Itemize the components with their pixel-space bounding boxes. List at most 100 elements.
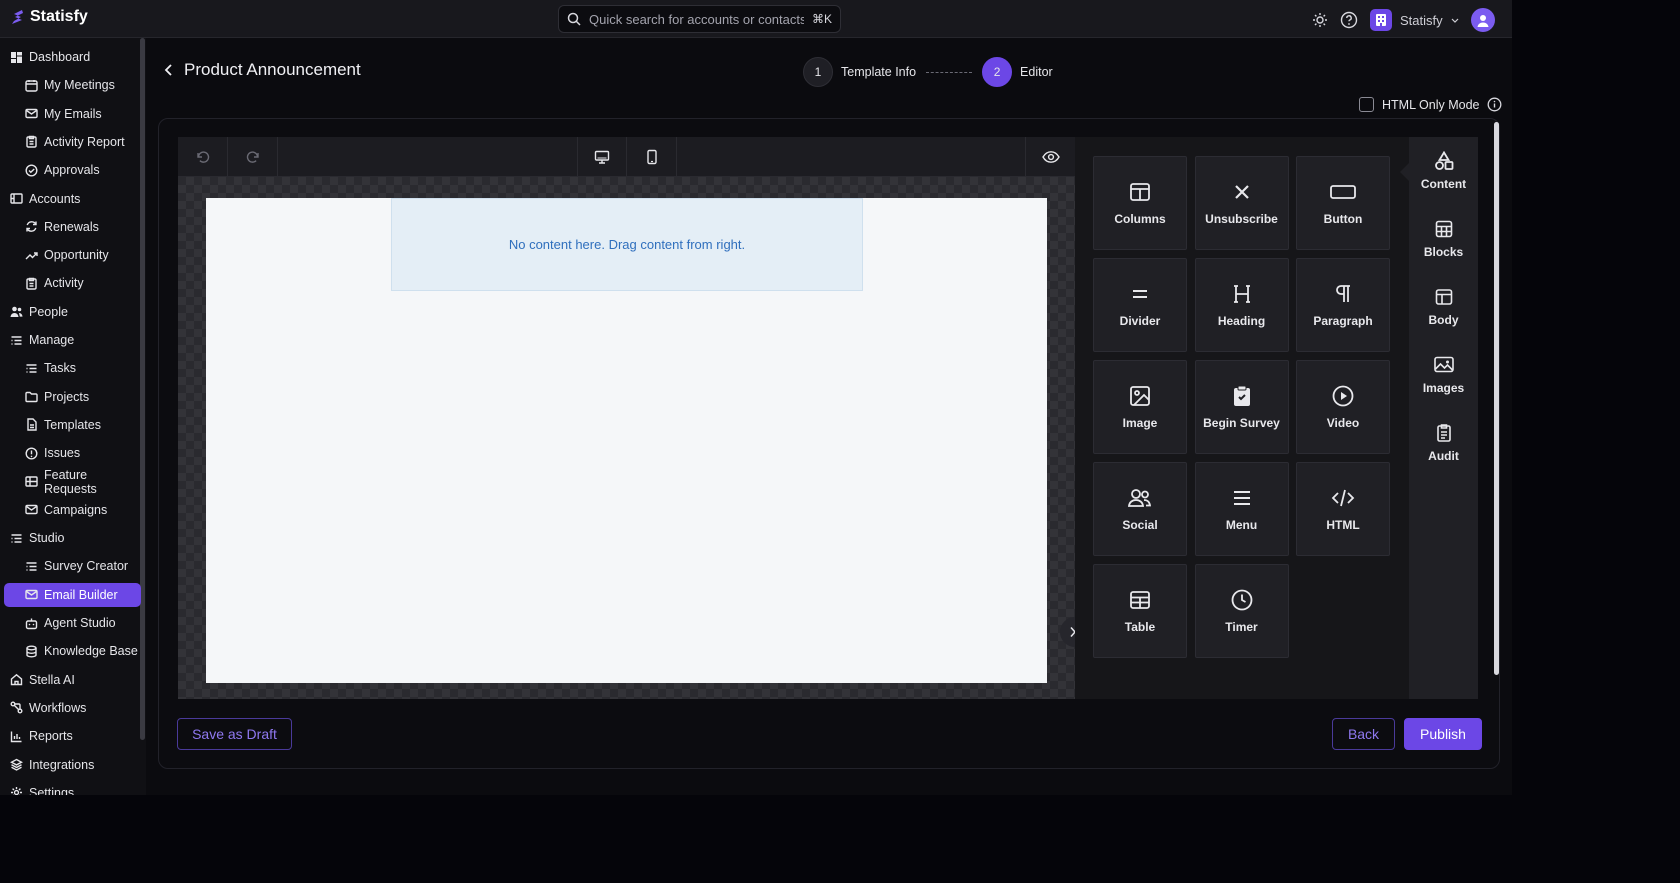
publish-button[interactable]: Publish (1404, 718, 1482, 750)
sidebar-item-people[interactable]: People (4, 300, 141, 324)
sidebar-item-opportunity[interactable]: Opportunity (4, 243, 141, 267)
sidebar-item-accounts[interactable]: Accounts (4, 187, 141, 211)
tool-timer[interactable]: Timer (1194, 564, 1289, 658)
top-bar: Statisfy ⌘K Statisfy (0, 0, 1512, 38)
step-2-label[interactable]: Editor (1020, 65, 1053, 79)
theme-toggle-icon[interactable] (1312, 12, 1328, 28)
chevron-down-icon (1451, 16, 1459, 24)
mail-icon (25, 107, 38, 120)
sidebar-item-label: My Meetings (44, 78, 115, 93)
sidebar-item-stella-ai[interactable]: Stella AI (4, 668, 141, 692)
mobile-icon (646, 149, 658, 165)
tool-unsubscribe[interactable]: Unsubscribe (1194, 156, 1289, 250)
content-dropzone[interactable]: No content here. Drag content from right… (391, 198, 863, 291)
play-icon (1331, 384, 1355, 408)
card-scrollbar[interactable] (1494, 122, 1499, 675)
desktop-icon (594, 149, 610, 165)
tool-begin-survey[interactable]: Begin Survey (1194, 360, 1289, 454)
tool-image[interactable]: Image (1093, 360, 1187, 454)
org-badge-icon (1370, 9, 1392, 31)
sidebar: Dashboard My Meetings My Emails Activity Re… (0, 38, 146, 795)
tab-content[interactable]: Content (1409, 139, 1478, 203)
step-1-circle[interactable]: 1 (803, 57, 833, 87)
tab-label: Images (1422, 381, 1465, 395)
org-switcher[interactable]: Statisfy (1370, 9, 1459, 31)
sidebar-item-studio[interactable]: Studio (4, 526, 141, 550)
sidebar-item-agent-studio[interactable]: Agent Studio (4, 611, 141, 635)
tool-video[interactable]: Video (1296, 360, 1390, 454)
sidebar-item-renewals[interactable]: Renewals (4, 215, 141, 239)
sidebar-item-templates[interactable]: Templates (4, 413, 141, 437)
home-icon (10, 673, 23, 686)
tool-divider[interactable]: Divider (1093, 258, 1187, 352)
tool-label: HTML (1326, 518, 1360, 532)
sidebar-item-projects[interactable]: Projects (4, 385, 141, 409)
sidebar-item-integrations[interactable]: Integrations (4, 753, 141, 777)
bot-icon (25, 617, 38, 630)
search-input[interactable] (589, 11, 804, 27)
redo-button[interactable] (228, 137, 278, 177)
tool-html[interactable]: HTML (1296, 462, 1390, 556)
sidebar-item-label: Feature Requests (44, 467, 97, 496)
back-button[interactable]: Back (1332, 718, 1395, 750)
sidebar-item-campaigns[interactable]: Campaigns (4, 498, 141, 522)
help-icon[interactable] (1340, 11, 1358, 29)
dropzone-text: No content here. Drag content from right… (508, 237, 746, 252)
app-logo[interactable]: Statisfy (10, 8, 88, 26)
back-chevron-icon[interactable] (164, 63, 174, 77)
editor-toolbar (178, 137, 1075, 177)
tool-label: Paragraph (1313, 314, 1373, 328)
sidebar-item-manage[interactable]: Manage (4, 328, 141, 352)
sidebar-item-tasks[interactable]: Tasks (4, 356, 141, 380)
clipboard-icon (25, 277, 38, 290)
html-only-mode-checkbox[interactable] (1359, 97, 1374, 112)
sidebar-item-email-builder[interactable]: Email Builder (4, 582, 141, 607)
html-only-mode-toggle[interactable]: HTML Only Mode (1359, 97, 1502, 112)
tool-menu[interactable]: Menu (1194, 462, 1289, 556)
sidebar-item-my-emails[interactable]: My Emails (4, 102, 141, 126)
sidebar-item-knowledge-base[interactable]: Knowledge Base (4, 639, 141, 663)
sidebar-item-label: Manage (29, 333, 75, 347)
tab-label: Blocks (1423, 245, 1464, 259)
sidebar-item-issues[interactable]: Issues (4, 441, 141, 465)
tab-images[interactable]: Images (1409, 343, 1478, 407)
sidebar-item-activity[interactable]: Activity (4, 271, 141, 295)
mobile-view-button[interactable] (627, 137, 677, 177)
sidebar-item-settings[interactable]: Settings (4, 781, 141, 795)
sidebar-item-approvals[interactable]: Approvals (4, 158, 141, 182)
info-icon[interactable] (1487, 97, 1502, 112)
global-search[interactable]: ⌘K (558, 5, 841, 33)
sidebar-item-reports[interactable]: Reports (4, 724, 141, 748)
grid-icon (25, 475, 38, 488)
tab-body[interactable]: Body (1409, 275, 1478, 339)
tool-table[interactable]: Table (1093, 564, 1187, 658)
sidebar-item-survey-creator[interactable]: Survey Creator (4, 554, 141, 578)
sidebar-item-dashboard[interactable]: Dashboard (4, 45, 141, 69)
tool-columns[interactable]: Columns (1093, 156, 1187, 250)
preview-button[interactable] (1025, 137, 1075, 177)
app-name: Statisfy (30, 8, 88, 25)
undo-button[interactable] (178, 137, 228, 177)
step-1-label[interactable]: Template Info (841, 65, 916, 79)
calendar-icon (25, 79, 38, 92)
tab-audit[interactable]: Audit (1409, 411, 1478, 475)
sidebar-item-feature-requests[interactable]: Feature Requests (4, 467, 141, 496)
sidebar-item-workflows[interactable]: Workflows (4, 696, 141, 720)
user-avatar[interactable] (1470, 8, 1495, 32)
tab-blocks[interactable]: Blocks (1409, 207, 1478, 271)
sidebar-item-my-meetings[interactable]: My Meetings (4, 73, 141, 97)
table-icon (1128, 588, 1152, 612)
tool-label: Button (1323, 212, 1363, 226)
undo-icon (195, 149, 211, 165)
save-draft-button[interactable]: Save as Draft (177, 718, 292, 750)
tool-social[interactable]: Social (1093, 462, 1187, 556)
step-2-circle[interactable]: 2 (982, 57, 1013, 87)
body-icon (1434, 287, 1454, 307)
tool-button[interactable]: Button (1296, 156, 1390, 250)
tool-heading[interactable]: Heading (1194, 258, 1289, 352)
desktop-view-button[interactable] (577, 137, 627, 177)
mail-icon (25, 588, 38, 601)
sidebar-item-activity-report[interactable]: Activity Report (4, 130, 141, 154)
tool-paragraph[interactable]: Paragraph (1296, 258, 1390, 352)
database-icon (25, 645, 38, 658)
